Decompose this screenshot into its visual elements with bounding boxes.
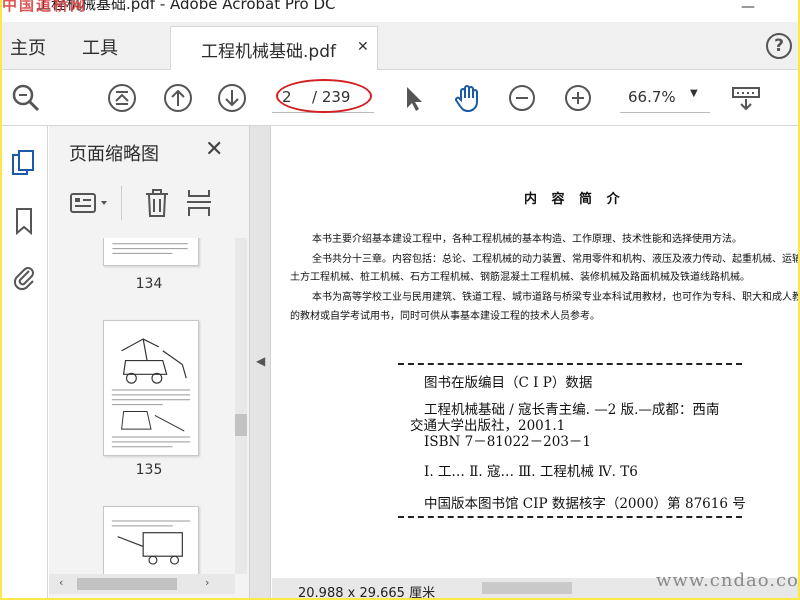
- bookmark-icon[interactable]: [10, 206, 38, 236]
- cip-line: Ⅰ. 工… Ⅱ. 寇… Ⅲ. 工程机械 Ⅳ. T6: [424, 464, 638, 480]
- tab-bar: 主页 工具 工程机械基础.pdf ✕ ?: [2, 22, 798, 71]
- scroll-left-icon[interactable]: ‹: [59, 576, 63, 589]
- toolbar-divider: [121, 186, 122, 220]
- navigation-rail: [2, 126, 48, 598]
- delete-page-icon[interactable]: [143, 188, 171, 218]
- scroll-mode-icon[interactable]: [730, 82, 762, 114]
- cip-line: 中国版本图书馆 CIP 数据核字（2000）第 87616 号: [424, 496, 746, 512]
- thumbnail-list: 134 135: [49, 238, 235, 574]
- chevron-down-icon[interactable]: ▼: [690, 88, 698, 99]
- doc-paragraph: 本书主要介绍基本建设工程中，各种工程机械的基本构造、工作原理、技术性能和选择使用…: [312, 234, 742, 245]
- doc-paragraph: 的教材或自学考试用书，同时可供从事基本建设工程的技术人员参考。: [290, 311, 600, 322]
- title-bar: 工程机械基础.pdf - Adobe Acrobat Pro DC 中国道桥网 …: [2, 0, 798, 22]
- doc-heading: 内 容 简 介: [524, 192, 625, 207]
- tab-document-label: 工程机械基础.pdf: [201, 42, 336, 62]
- status-bar: 20.988 x 29.665 厘米 www.cndao.com: [272, 570, 798, 598]
- cip-top-border: [398, 363, 742, 365]
- cip-line: ISBN 7－81022－203－1: [424, 434, 591, 450]
- tab-tools[interactable]: 工具: [82, 34, 118, 60]
- thumbnail-label: 134: [135, 276, 163, 292]
- document-hscrollbar[interactable]: [482, 582, 572, 594]
- zoom-out-icon[interactable]: [506, 82, 538, 114]
- cip-bottom-border: [398, 516, 742, 518]
- zoom-select[interactable]: 66.7% ▼: [620, 81, 710, 113]
- attachment-icon[interactable]: [10, 262, 38, 292]
- page-thumbnails-icon[interactable]: [10, 148, 38, 178]
- select-cursor-icon[interactable]: [398, 82, 430, 114]
- zoom-in-icon[interactable]: [562, 82, 594, 114]
- thumbnail-hscrollbar[interactable]: ‹ ›: [49, 574, 235, 594]
- hand-tool-icon[interactable]: [452, 82, 484, 114]
- page-number-field[interactable]: 2 / 239: [272, 79, 374, 113]
- document-page: 内 容 简 介 本书主要介绍基本建设工程中，各种工程机械的基本构造、工作原理、技…: [272, 126, 798, 598]
- next-page-icon[interactable]: [216, 82, 248, 114]
- acrobat-window: 工程机械基础.pdf - Adobe Acrobat Pro DC 中国道桥网 …: [2, 0, 798, 598]
- close-tab-icon[interactable]: ✕: [357, 39, 369, 55]
- page-size: 20.988 x 29.665 厘米: [298, 586, 436, 598]
- doc-paragraph: 本书为高等学校工业与民用建筑、铁道工程、城市道路与桥梁专业本科试用教材，也可作为…: [312, 292, 798, 303]
- doc-paragraph: 土方工程机械、桩工机械、石方工程机械、钢筋混凝土工程机械、装修机械及路面机械及铁…: [290, 272, 750, 283]
- scrollbar-thumb[interactable]: [235, 414, 247, 436]
- help-icon[interactable]: ?: [766, 33, 792, 59]
- toolbar: 2 / 239 66.7% ▼: [2, 70, 798, 126]
- collapse-panel-icon[interactable]: ◀: [256, 354, 265, 368]
- tab-document[interactable]: 工程机械基础.pdf ✕: [170, 26, 378, 71]
- thumbnail-options-icon[interactable]: [69, 190, 113, 218]
- first-page-icon[interactable]: [106, 82, 138, 114]
- panel-toolbar: [49, 182, 249, 226]
- minimize-button[interactable]: —: [732, 0, 764, 20]
- zoom-search-icon[interactable]: [10, 82, 42, 114]
- thumbnail-label: 135: [135, 462, 163, 478]
- cip-title: 图书在版编目（C I P）数据: [424, 375, 593, 391]
- insert-page-icon[interactable]: [185, 188, 213, 218]
- thumbnail-scrollbar[interactable]: [235, 238, 247, 574]
- thumbnail-panel: 页面缩略图 ✕ 134 135 ‹ ›: [49, 126, 249, 598]
- doc-paragraph: 全书共分十三章。内容包括：总论、工程机械的动力装置、常用零件和机构、液压及液力传…: [312, 254, 798, 265]
- zoom-value: 66.7%: [628, 88, 676, 106]
- watermark-logo: 中国道桥网: [2, 0, 88, 14]
- watermark-url: www.cndao.com: [656, 570, 798, 591]
- thumbnail-page-135[interactable]: [103, 320, 199, 456]
- annotation-ring: [276, 79, 372, 113]
- panel-title: 页面缩略图: [69, 144, 159, 165]
- tab-home[interactable]: 主页: [10, 34, 46, 60]
- panel-splitter[interactable]: ◀: [249, 126, 271, 598]
- thumbnail-page-136[interactable]: [103, 506, 199, 574]
- scroll-right-icon[interactable]: ›: [205, 576, 209, 589]
- close-panel-icon[interactable]: ✕: [205, 137, 223, 162]
- prev-page-icon[interactable]: [162, 82, 194, 114]
- hscrollbar-thumb[interactable]: [77, 578, 177, 590]
- thumbnail-page-134[interactable]: [103, 238, 199, 266]
